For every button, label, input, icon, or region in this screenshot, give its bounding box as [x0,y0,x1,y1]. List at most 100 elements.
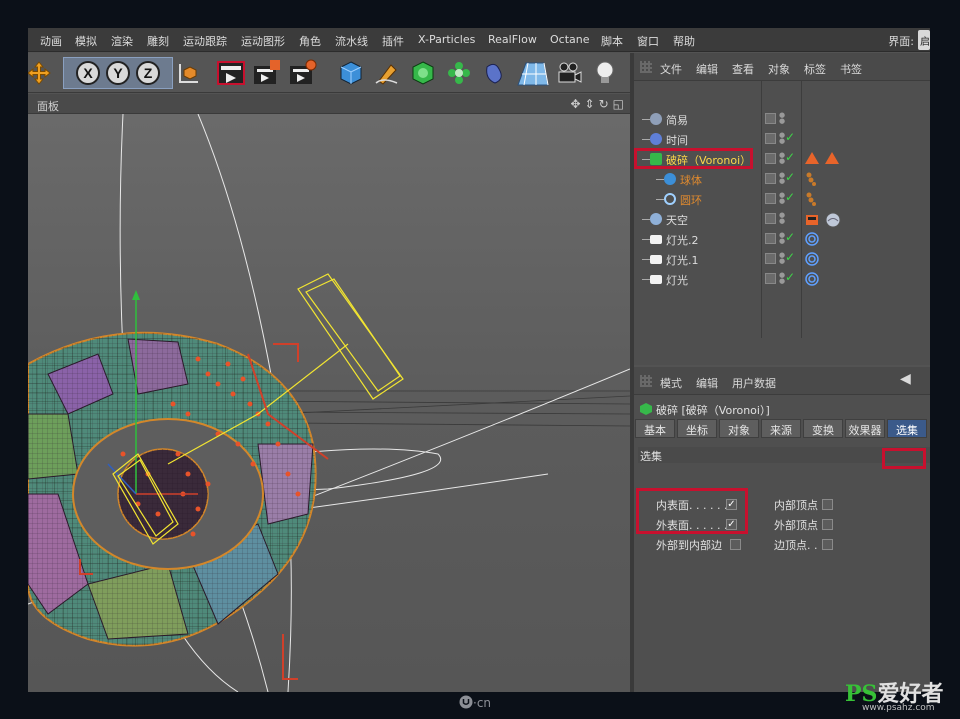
menu-sculpt[interactable]: 雕刻 [147,33,169,49]
layer-color-icon[interactable] [765,153,776,164]
menu-octane[interactable]: Octane [550,33,590,46]
visibility-dots-icon[interactable]: ● ● [779,132,785,146]
layer-color-icon[interactable] [765,193,776,204]
am-menu-mode[interactable]: 模式 [660,375,682,391]
tab-2[interactable]: 对象 [719,419,759,438]
viewport-title[interactable]: 面板 [37,98,59,114]
tab-3[interactable]: 来源 [761,419,801,438]
subdivision-icon[interactable] [408,57,438,89]
world-coordinate-icon[interactable] [174,57,204,89]
rotate-icon[interactable]: ↻ [599,97,609,111]
scene-canvas[interactable] [28,114,630,692]
object-name[interactable]: 灯光.1 [666,252,699,268]
axis-z-lock[interactable]: Z [136,61,160,85]
option-checkbox[interactable] [822,539,833,550]
target-tag-icon[interactable] [805,272,819,289]
object-row[interactable]: 简易 ● ● [634,109,930,129]
am-menu-userdata[interactable]: 用户数据 [732,375,776,391]
object-name[interactable]: 时间 [666,132,688,148]
menu-simulate[interactable]: 模拟 [75,33,97,49]
object-name[interactable]: 圆环 [680,192,702,208]
axis-y-lock[interactable]: Y [106,61,130,85]
visibility-dots-icon[interactable]: ● ● [779,152,785,166]
om-menu-file[interactable]: 文件 [660,61,682,77]
object-row[interactable]: 灯光.1 ● ● ✓ [634,249,930,269]
enable-check-icon[interactable]: ✓ [785,190,795,204]
grip-icon[interactable] [640,375,652,387]
effector-tag-icon[interactable] [805,152,819,167]
object-name[interactable]: 简易 [666,112,688,128]
layer-color-icon[interactable] [765,273,776,284]
enable-check-icon[interactable]: ✓ [785,270,795,284]
om-menu-tag[interactable]: 标签 [804,61,826,77]
object-name[interactable]: 球体 [680,172,702,188]
render-settings-icon[interactable] [288,57,318,89]
option-checkbox[interactable] [822,499,833,510]
dolly-icon[interactable]: ⇕ [585,97,595,111]
option-checkbox[interactable] [822,519,833,530]
menu-character[interactable]: 角色 [299,33,321,49]
layer-color-icon[interactable] [765,133,776,144]
am-menu-edit[interactable]: 编辑 [696,375,718,391]
phong-tag-icon[interactable] [805,192,817,209]
cube-icon[interactable] [336,57,366,89]
deformer-icon[interactable] [480,57,510,89]
visibility-dots-icon[interactable]: ● ● [779,192,785,206]
om-menu-bookmark[interactable]: 书签 [840,61,862,77]
layer-color-icon[interactable] [765,113,776,124]
light-icon[interactable] [590,57,620,89]
menu-plugins[interactable]: 插件 [382,33,404,49]
menu-help[interactable]: 帮助 [673,33,695,49]
render-picture-viewer-icon[interactable] [252,57,282,89]
toggle-view-icon[interactable]: ◱ [613,97,624,111]
menu-script[interactable]: 脚本 [601,33,623,49]
object-name[interactable]: 天空 [666,212,688,228]
option-checkbox[interactable] [730,539,741,550]
layer-color-icon[interactable] [765,253,776,264]
layer-color-icon[interactable] [765,213,776,224]
axis-x-lock[interactable]: X [76,61,100,85]
enable-check-icon[interactable]: ✓ [785,130,795,144]
layout-dropdown[interactable]: 启 [918,30,930,50]
enable-check-icon[interactable]: ✓ [785,150,795,164]
menu-window[interactable]: 窗口 [637,33,659,49]
target-tag-icon[interactable] [805,232,819,249]
floor-icon[interactable] [514,57,552,89]
menu-realflow[interactable]: RealFlow [488,33,537,46]
move-icon[interactable] [28,57,54,89]
object-row[interactable]: 圆环 ● ● ✓ [634,189,930,209]
tab-0[interactable]: 基本 [635,419,675,438]
tab-6[interactable]: 选集 [887,419,927,438]
om-menu-edit[interactable]: 编辑 [696,61,718,77]
enable-check-icon[interactable]: ✓ [785,230,795,244]
object-name[interactable]: 灯光 [666,272,688,288]
enable-check-icon[interactable]: ✓ [785,250,795,264]
menu-x-particles[interactable]: X-Particles [418,33,475,46]
object-row[interactable]: 灯光.2 ● ● ✓ [634,229,930,249]
enable-check-icon[interactable]: ✓ [785,170,795,184]
menu-motion-tracker[interactable]: 运动跟踪 [183,33,227,49]
menu-mograph[interactable]: 运动图形 [241,33,285,49]
visibility-dots-icon[interactable]: ● ● [779,212,785,226]
visibility-dots-icon[interactable]: ● ● [779,252,785,266]
render-view-icon[interactable] [216,57,246,89]
layer-color-icon[interactable] [765,173,776,184]
menu-render[interactable]: 渲染 [111,33,133,49]
visibility-dots-icon[interactable]: ● ● [779,272,785,286]
object-row[interactable]: 灯光 ● ● ✓ [634,269,930,289]
object-name[interactable]: 灯光.2 [666,232,699,248]
phong-tag-icon[interactable] [805,172,817,189]
visibility-dots-icon[interactable]: ● ● [779,232,785,246]
camera-icon[interactable] [554,57,584,89]
visibility-dots-icon[interactable]: ● ● [779,112,785,126]
object-row[interactable]: 天空 ● ● [634,209,930,229]
back-arrow-icon[interactable]: ◀ [900,371,911,387]
menu-animation[interactable]: 动画 [40,33,62,49]
tab-4[interactable]: 变换 [803,419,843,438]
object-row[interactable]: 时间 ● ● ✓ [634,129,930,149]
layer-color-icon[interactable] [765,233,776,244]
effector-tag-icon[interactable] [825,152,839,167]
tab-5[interactable]: 效果器 [845,419,885,438]
menu-pipeline[interactable]: 流水线 [335,33,368,49]
material-tag-icon[interactable] [805,212,819,229]
